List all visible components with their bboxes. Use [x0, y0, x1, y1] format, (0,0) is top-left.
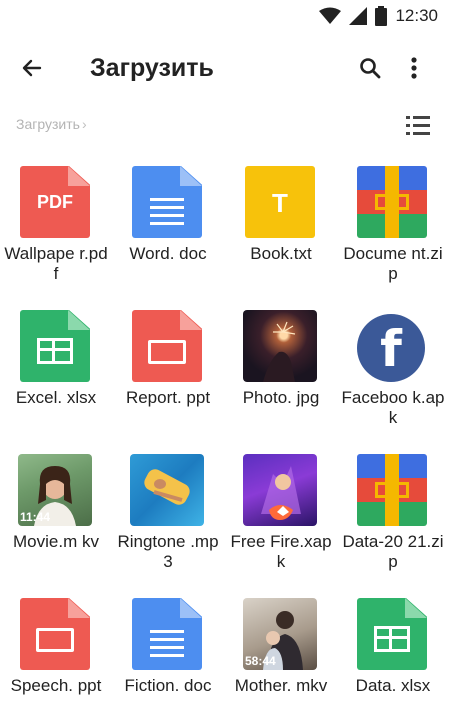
file-name: Excel. xlsx: [15, 388, 97, 407]
facebook-icon: f: [357, 310, 429, 384]
file-name: Fiction. doc: [124, 676, 212, 695]
file-item[interactable]: Free Fire.xapk: [225, 448, 337, 588]
file-name: Wallpape r.pdf: [4, 244, 108, 283]
file-name: Report. ppt: [125, 388, 211, 407]
list-view-icon: [406, 116, 430, 135]
file-name: Photo. jpg: [242, 388, 320, 407]
zip-icon: [357, 166, 429, 240]
file-name: Data. xlsx: [355, 676, 431, 695]
file-item[interactable]: 58:44 Mother. mkv: [225, 592, 337, 720]
file-name: Faceboo k.apk: [341, 388, 445, 427]
xlsx-icon: [357, 598, 429, 672]
file-item[interactable]: Excel. xlsx: [0, 304, 112, 444]
file-item[interactable]: T Book.txt: [225, 160, 337, 300]
status-indicators: 12:30: [319, 6, 438, 26]
path-bar: Загрузить ›: [0, 108, 450, 144]
doc-icon: [132, 166, 204, 240]
back-button[interactable]: [14, 50, 50, 86]
file-item[interactable]: 11:44 Movie.m kv: [0, 448, 112, 588]
file-item[interactable]: Photo. jpg: [225, 304, 337, 444]
file-name: Docume nt.zip: [343, 244, 443, 283]
list-view-toggle[interactable]: [404, 112, 432, 140]
file-item[interactable]: Fiction. doc: [112, 592, 224, 720]
file-item[interactable]: PDF Wallpape r.pdf: [0, 160, 112, 300]
breadcrumb-item[interactable]: Загрузить: [16, 116, 80, 132]
breadcrumb[interactable]: Загрузить ›: [16, 116, 87, 132]
file-name: Data-20 21.zip: [342, 532, 444, 571]
file-item[interactable]: Docume nt.zip: [337, 160, 449, 300]
file-name: Word. doc: [129, 244, 207, 263]
ppt-icon: [20, 598, 92, 672]
file-item[interactable]: Speech. ppt: [0, 592, 112, 720]
pdf-icon: PDF: [20, 166, 92, 240]
file-name: Mother. mkv: [234, 676, 328, 695]
audio-thumbnail: [130, 454, 204, 528]
battery-icon: [375, 6, 388, 26]
video-duration: 11:44: [20, 510, 51, 524]
file-item[interactable]: Report. ppt: [112, 304, 224, 444]
wifi-icon: [319, 7, 342, 24]
video-thumbnail: 11:44: [18, 454, 92, 528]
file-name: Free Fire.xapk: [230, 532, 332, 571]
status-bar: 12:30: [0, 0, 450, 32]
arrow-left-icon: [22, 59, 42, 77]
status-time: 12:30: [395, 6, 438, 25]
file-item[interactable]: Ringtone .mp3: [112, 448, 224, 588]
doc-icon: [132, 598, 204, 672]
file-item[interactable]: Word. doc: [112, 160, 224, 300]
signal-icon: [349, 7, 368, 25]
file-name: Ringtone .mp3: [117, 532, 219, 571]
file-item[interactable]: f Faceboo k.apk: [337, 304, 449, 444]
xlsx-icon: [20, 310, 92, 384]
search-icon: [360, 58, 381, 79]
more-options-button[interactable]: [396, 50, 432, 86]
file-name: Speech. ppt: [10, 676, 102, 695]
page-title: Загрузить: [90, 54, 214, 82]
game-thumbnail: [243, 454, 317, 528]
file-name: Movie.m kv: [13, 532, 99, 551]
txt-icon: T: [245, 166, 317, 240]
file-item[interactable]: Data. xlsx: [337, 592, 449, 720]
more-vertical-icon: [411, 57, 417, 79]
chevron-right-icon: ›: [81, 116, 87, 132]
file-name: Book.txt: [250, 244, 312, 263]
search-button[interactable]: [352, 50, 388, 86]
zip-icon: [357, 454, 429, 528]
ppt-icon: [132, 310, 204, 384]
photo-thumbnail: [243, 310, 317, 384]
file-item[interactable]: Data-20 21.zip: [337, 448, 449, 588]
video-thumbnail: 58:44: [243, 598, 317, 672]
video-duration: 58:44: [245, 654, 276, 668]
app-bar: Загрузить: [0, 36, 450, 96]
